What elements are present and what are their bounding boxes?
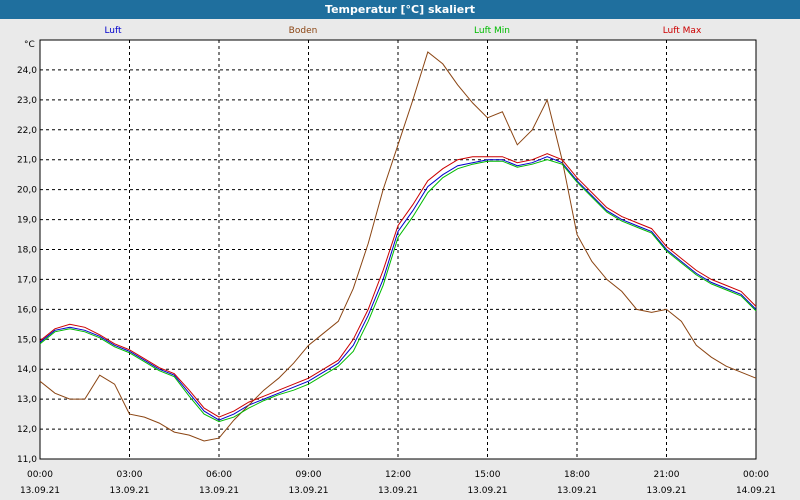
y-tick-label: 17,0 bbox=[17, 275, 37, 285]
y-tick-label: 15,0 bbox=[17, 335, 37, 345]
x-tick-time: 21:00 bbox=[654, 470, 680, 480]
x-tick-time: 12:00 bbox=[385, 470, 411, 480]
y-tick-label: 14,0 bbox=[17, 365, 37, 375]
x-tick-date: 13.09.21 bbox=[109, 486, 149, 496]
x-tick-time: 00:00 bbox=[743, 470, 769, 480]
y-axis-unit: °C bbox=[24, 40, 35, 50]
x-tick-date: 13.09.21 bbox=[646, 486, 686, 496]
x-tick-time: 09:00 bbox=[296, 470, 322, 480]
y-tick-label: 16,0 bbox=[17, 305, 37, 315]
x-tick-date: 14.09.21 bbox=[736, 486, 776, 496]
x-tick-time: 06:00 bbox=[206, 470, 232, 480]
legend-entry-luft-max: Luft Max bbox=[663, 26, 702, 36]
x-tick-time: 00:00 bbox=[27, 470, 53, 480]
x-tick-date: 13.09.21 bbox=[557, 486, 597, 496]
x-tick-date: 13.09.21 bbox=[467, 486, 507, 496]
x-tick-date: 13.09.21 bbox=[378, 486, 418, 496]
y-tick-label: 20,0 bbox=[17, 186, 37, 196]
x-tick-time: 03:00 bbox=[117, 470, 143, 480]
legend: Luft Boden Luft Min Luft Max bbox=[104, 26, 702, 36]
y-axis: 11,0 12,0 13,0 14,0 15,0 16,0 17,0 18,0 19,0 20,0… bbox=[17, 66, 37, 465]
x-tick-date: 13.09.21 bbox=[288, 486, 328, 496]
y-tick-label: 13,0 bbox=[17, 395, 37, 405]
legend-entry-luft-min: Luft Min bbox=[474, 26, 510, 36]
legend-entry-boden: Boden bbox=[289, 26, 318, 36]
x-tick-date: 13.09.21 bbox=[20, 486, 60, 496]
y-tick-label: 22,0 bbox=[17, 126, 37, 136]
y-tick-label: 23,0 bbox=[17, 96, 37, 106]
temperature-chart: 11,0 12,0 13,0 14,0 15,0 16,0 17,0 18,0 19,0 20,0… bbox=[17, 26, 776, 496]
x-axis: 00:00 13.09.21 03:00 13.09.21 06:00 13.09.21 0… bbox=[20, 470, 776, 496]
y-tick-label: 19,0 bbox=[17, 216, 37, 226]
y-tick-label: 11,0 bbox=[17, 455, 37, 465]
y-tick-label: 21,0 bbox=[17, 156, 37, 166]
x-tick-time: 15:00 bbox=[475, 470, 501, 480]
y-tick-label: 24,0 bbox=[17, 66, 37, 76]
x-tick-time: 18:00 bbox=[564, 470, 590, 480]
legend-entry-luft: Luft bbox=[104, 26, 122, 36]
y-tick-label: 18,0 bbox=[17, 246, 37, 256]
y-tick-label: 12,0 bbox=[17, 425, 37, 435]
x-tick-date: 13.09.21 bbox=[199, 486, 239, 496]
